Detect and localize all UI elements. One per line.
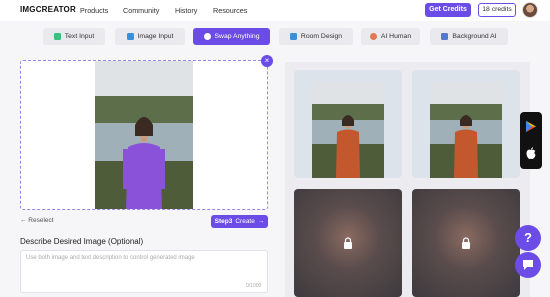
tab-swap-anything[interactable]: Swap Anything: [193, 28, 270, 45]
close-icon[interactable]: ×: [261, 55, 273, 67]
tab-label: Image Input: [137, 33, 174, 40]
result-image-1[interactable]: [294, 70, 402, 178]
nav-history[interactable]: History: [175, 6, 197, 15]
tab-label: Text Input: [64, 33, 95, 40]
tab-label: Room Design: [300, 33, 343, 40]
result-locked-1[interactable]: [294, 189, 402, 297]
result-image-2[interactable]: [412, 70, 520, 178]
question-icon: ?: [524, 230, 532, 245]
human-icon: [369, 33, 377, 40]
create-label: Create: [235, 218, 255, 225]
reselect-link[interactable]: ← Reselect: [20, 217, 54, 224]
lock-icon: [344, 237, 352, 249]
nav-community[interactable]: Community: [123, 6, 159, 15]
chat-button[interactable]: [515, 252, 541, 278]
nav-resources[interactable]: Resources: [213, 6, 247, 15]
tab-label: Swap Anything: [214, 33, 260, 40]
apple-icon[interactable]: [526, 147, 536, 159]
result-locked-2[interactable]: [412, 189, 520, 297]
create-button[interactable]: Step3 Create →: [211, 215, 268, 228]
source-photo: [95, 61, 193, 209]
nav-products[interactable]: Products: [80, 6, 108, 15]
chat-icon: [523, 260, 533, 270]
google-play-icon[interactable]: [526, 121, 536, 132]
app-store-links: [520, 112, 542, 169]
tab-background-ai[interactable]: Background AI: [430, 28, 508, 45]
char-count: 0/1000: [246, 283, 262, 289]
description-placeholder: Use both image and text description to c…: [26, 255, 195, 261]
tab-text-input[interactable]: Text Input: [43, 28, 105, 45]
help-button[interactable]: ?: [515, 225, 541, 251]
describe-label: Describe Desired Image (Optional): [20, 237, 144, 246]
arrow-right-icon: →: [257, 218, 265, 225]
lock-icon: [462, 237, 470, 249]
tab-room-design[interactable]: Room Design: [279, 28, 353, 45]
image-icon: [126, 33, 134, 40]
background-icon: [441, 33, 449, 40]
step-label: Step3: [214, 218, 233, 225]
logo[interactable]: IMGCREATOR: [20, 5, 76, 14]
avatar[interactable]: [522, 2, 538, 18]
tab-label: Background AI: [452, 33, 497, 40]
text-icon: [53, 33, 61, 40]
tab-label: AI Human: [380, 33, 412, 40]
credits-badge[interactable]: 18 credits: [478, 3, 516, 17]
swap-icon: [203, 33, 211, 40]
tab-image-input[interactable]: Image Input: [115, 28, 185, 45]
tab-ai-human[interactable]: AI Human: [361, 28, 420, 45]
home-icon: [289, 33, 297, 40]
get-credits-button[interactable]: Get Credits: [425, 3, 471, 17]
